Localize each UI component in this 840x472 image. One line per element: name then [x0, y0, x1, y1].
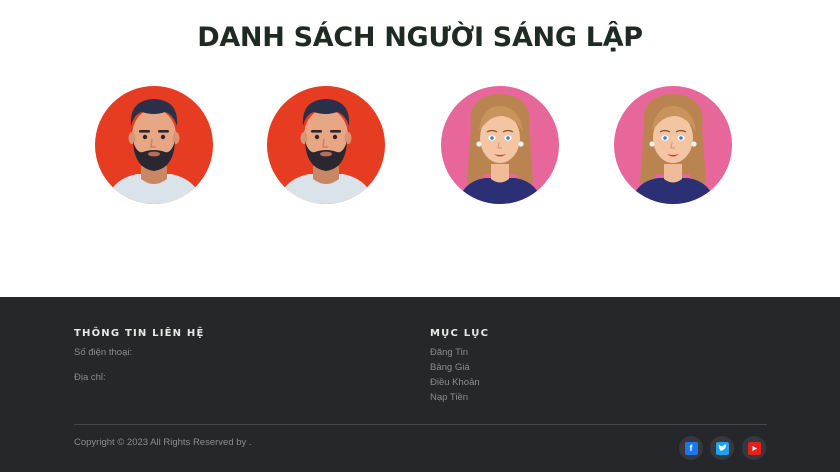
founder-avatar-1	[95, 86, 213, 204]
menu-link-dieu-khoan[interactable]: Điều Khoản	[430, 377, 480, 388]
menu-link-bang-gia[interactable]: Bảng Giá	[430, 362, 470, 373]
menu-link-nap-tien[interactable]: Nạp Tiền	[430, 392, 468, 403]
twitter-icon	[715, 441, 729, 455]
founder-avatar-3	[441, 86, 559, 204]
facebook-icon: f	[684, 441, 698, 455]
page-title: DANH SÁCH NGƯỜI SÁNG LẬP	[197, 22, 643, 53]
footer-divider	[74, 424, 767, 425]
female-blonde-avatar	[614, 86, 732, 204]
male-bearded-avatar	[95, 86, 213, 204]
male-bearded-avatar	[267, 86, 385, 204]
copyright-text: Copyright © 2023 All Rights Reserved by …	[74, 437, 252, 448]
page: DANH SÁCH NGƯỜI SÁNG LẬP THÔNG TIN LIÊN …	[0, 0, 840, 472]
youtube-icon	[747, 441, 761, 455]
menu-heading: MỤC LỤC	[430, 328, 490, 339]
twitter-button[interactable]	[710, 436, 734, 460]
founder-avatar-4	[614, 86, 732, 204]
phone-label: Số điện thoại:	[74, 347, 133, 358]
facebook-button[interactable]: f	[679, 436, 703, 460]
female-blonde-avatar	[441, 86, 559, 204]
address-label: Địa chỉ:	[74, 372, 106, 383]
footer: THÔNG TIN LIÊN HỆ Số điện thoại: Địa chỉ…	[0, 297, 840, 472]
youtube-button[interactable]	[742, 436, 766, 460]
founder-avatar-2	[267, 86, 385, 204]
contact-heading: THÔNG TIN LIÊN HỆ	[74, 328, 205, 339]
menu-link-dang-tin[interactable]: Đăng Tin	[430, 347, 468, 358]
